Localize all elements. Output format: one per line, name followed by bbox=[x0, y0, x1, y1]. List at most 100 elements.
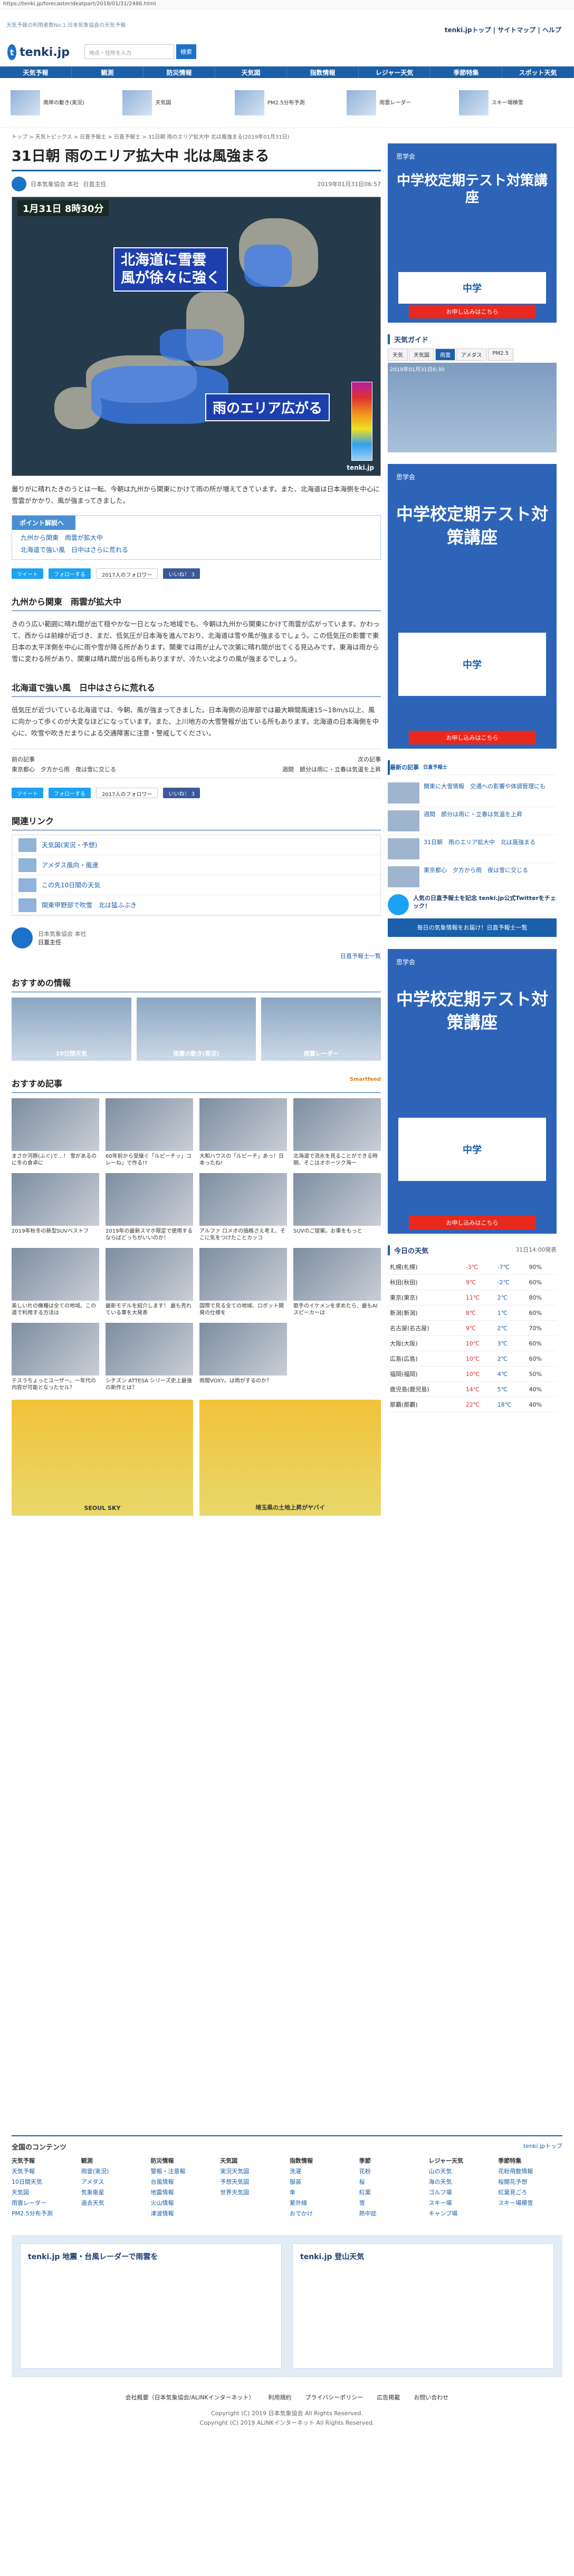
point-link[interactable]: 北海道で強い風 日中はさらに荒れる bbox=[12, 542, 380, 554]
follow-button[interactable]: フォローする bbox=[49, 568, 91, 579]
nav-item[interactable]: スポット天気 bbox=[502, 66, 574, 78]
app-banner-tenki[interactable]: tenki.jp 地震・台風レーダーで雨雲を bbox=[20, 2243, 282, 2369]
footer-link[interactable]: スキー場積雪 bbox=[498, 2198, 562, 2209]
article-card[interactable]: シチズン ATTESA シリーズ史上最強の新作とは？ bbox=[106, 1323, 193, 1391]
footer-link[interactable]: 火山情報 bbox=[151, 2198, 215, 2209]
news-item[interactable]: 東京都心 夕方から雨 夜は雪に交じる bbox=[388, 863, 557, 891]
article-card[interactable]: まさか河豚(ふぐ)で…！ 雪があるのに冬の食卓に bbox=[12, 1098, 99, 1167]
related-link[interactable]: 関東甲野部で吹雪 北は猛ふぶき bbox=[12, 895, 380, 915]
footer-link[interactable]: 警報・注意報 bbox=[151, 2166, 215, 2177]
forecaster-button[interactable]: 毎日の気象情報をお届け！日直予報士一覧 bbox=[388, 918, 557, 937]
weather-row[interactable]: 秋田(秋田) 9℃ -2℃ 60% bbox=[388, 1274, 557, 1290]
side-ad[interactable]: 思学会 中学校定期テスト対策講座 中学 お申し込みはこちら bbox=[388, 143, 557, 323]
footer-link[interactable]: 海の天気 bbox=[429, 2177, 493, 2187]
footer-top-link[interactable]: tenki.jpトップ bbox=[523, 2142, 562, 2152]
tab-chart[interactable]: 天気図 bbox=[409, 348, 434, 361]
article-card[interactable]: 国際で見る全ての地域、ロボット開発の仕様を bbox=[199, 1248, 287, 1316]
footer-link[interactable]: 桜開花予想 bbox=[498, 2177, 562, 2187]
author-name[interactable]: 日本気象協会 本社 bbox=[31, 180, 79, 188]
tweet-button[interactable]: ツイート bbox=[12, 788, 43, 798]
footer-link[interactable]: 予想天気図 bbox=[220, 2177, 284, 2187]
article-card[interactable]: アルファ ロメオの価格さえ考え、そこに気をつけたことカッコ bbox=[199, 1173, 287, 1242]
tweet-button[interactable]: ツイート bbox=[12, 568, 43, 579]
footer-link[interactable]: 花粉飛散情報 bbox=[498, 2166, 562, 2177]
weather-row[interactable]: 広島(広島) 10℃ 2℃ 60% bbox=[388, 1351, 557, 1367]
footer-link[interactable]: 紅葉 bbox=[359, 2187, 424, 2198]
footer-link[interactable]: 紅葉見ごろ bbox=[498, 2187, 562, 2198]
footer-link[interactable]: 花粉 bbox=[359, 2166, 424, 2177]
footer-link[interactable]: 実況天気図 bbox=[220, 2166, 284, 2177]
nav-item[interactable]: 天気図 bbox=[215, 66, 287, 78]
article-card[interactable]: 美しい片の機種は全ての地域。この道で利用する方法は bbox=[12, 1248, 99, 1316]
article-card[interactable]: 大和ハウスの「ルピーチ」あっ！日本ったね! bbox=[199, 1098, 287, 1167]
app-banner-mountain[interactable]: tenki.jp 登山天気 bbox=[292, 2243, 554, 2369]
tab-rain[interactable]: 雨雲 bbox=[435, 348, 455, 361]
footer-link[interactable]: 傘 bbox=[290, 2187, 354, 2198]
article-card[interactable]: SUVのご提案。お車をもっと bbox=[293, 1173, 381, 1242]
weather-row[interactable]: 鹿児島(鹿児島) 14℃ 5℃ 40% bbox=[388, 1381, 557, 1397]
like-button[interactable]: いいね！ 3 bbox=[163, 568, 200, 579]
footer-link[interactable]: 10日間天気 bbox=[12, 2177, 76, 2187]
side-ad[interactable]: 思学会 中学校定期テスト対策講座 中学 お申し込みはこちら bbox=[388, 949, 557, 1234]
footer-link[interactable]: 気象衛星 bbox=[81, 2187, 146, 2198]
nav-item[interactable]: 防災情報 bbox=[144, 66, 215, 78]
like-button[interactable]: いいね！ 3 bbox=[163, 788, 200, 798]
follow-button[interactable]: フォローする bbox=[49, 788, 91, 798]
news-item[interactable]: 週間 節分は雨に・立春は気温を上昇 bbox=[388, 807, 557, 835]
rain-mini-map[interactable]: 2019年01月31日6:30 bbox=[388, 363, 557, 452]
quick-link[interactable]: 天気図 bbox=[122, 85, 227, 120]
footer-link[interactable]: 天気図 bbox=[12, 2187, 76, 2198]
recommend-card[interactable]: 雨雲の動き(実況) bbox=[136, 998, 256, 1061]
nav-item[interactable]: 季節特集 bbox=[430, 66, 502, 78]
quick-link[interactable]: スキー場積雪 bbox=[458, 85, 563, 120]
footer-link[interactable]: 熱中症 bbox=[359, 2209, 424, 2219]
breadcrumb[interactable]: トップ > 天気トピックス > 日直予報士 > 日直予報士 > 31日朝 雨のエ… bbox=[0, 128, 574, 144]
related-link[interactable]: この先10日間の天気 bbox=[12, 875, 380, 895]
tab-amedas[interactable]: アメダス bbox=[456, 348, 487, 361]
recommend-card[interactable]: 雨雲レーダー bbox=[261, 998, 381, 1061]
weather-row[interactable]: 那覇(那覇) 22℃ 18℃ 40% bbox=[388, 1397, 557, 1412]
footer-link[interactable]: 天気予報 bbox=[12, 2166, 76, 2177]
footer-link[interactable]: 桜 bbox=[359, 2177, 424, 2187]
prev-article[interactable]: 前の記事 東京都心 夕方から雨 夜は雪に交じる bbox=[12, 753, 116, 773]
related-link[interactable]: アメダス風向・風速 bbox=[12, 855, 380, 875]
side-ad[interactable]: 思学会 中学校定期テスト対策講座 中学 お申し込みはこちら bbox=[388, 464, 557, 749]
quick-link[interactable]: PM2.5分布予測 bbox=[234, 85, 339, 120]
footer-link[interactable]: 台風情報 bbox=[151, 2177, 215, 2187]
nav-item[interactable]: 天気予報 bbox=[0, 66, 72, 78]
article-card[interactable]: 雨間VOXY。は雨がするのか？ bbox=[199, 1323, 287, 1391]
footer-link[interactable]: 山の天気 bbox=[429, 2166, 493, 2177]
weather-row[interactable]: 名古屋(名古屋) 9℃ 2℃ 70% bbox=[388, 1320, 557, 1336]
news-item[interactable]: 31日朝 雨のエリア拡大中 北は風強まる bbox=[388, 835, 557, 863]
footer-link[interactable]: ゴルフ場 bbox=[429, 2187, 493, 2198]
footer-link[interactable]: 雨雲(実況) bbox=[81, 2166, 146, 2177]
footer-link[interactable]: PM2.5分布予測 bbox=[12, 2209, 76, 2219]
point-link[interactable]: 九州から関東 雨雲が拡大中 bbox=[12, 530, 380, 542]
quick-link[interactable]: 南岸の動き(実況) bbox=[11, 85, 115, 120]
footer-link[interactable]: 雨雲レーダー bbox=[12, 2198, 76, 2209]
weather-row[interactable]: 札幌(札幌) -3℃ -7℃ 90% bbox=[388, 1260, 557, 1275]
tab-weather[interactable]: 天気 bbox=[388, 348, 408, 361]
weather-row[interactable]: 新潟(新潟) 8℃ 1℃ 60% bbox=[388, 1305, 557, 1321]
quick-link[interactable]: 雨雲レーダー bbox=[347, 85, 451, 120]
footer-link[interactable]: スキー場 bbox=[429, 2198, 493, 2209]
footer-link[interactable]: 雪 bbox=[359, 2198, 424, 2209]
nav-item[interactable]: 観測 bbox=[72, 66, 144, 78]
weather-row[interactable]: 大阪(大阪) 10℃ 3℃ 60% bbox=[388, 1335, 557, 1351]
footer-link[interactable]: 地震情報 bbox=[151, 2187, 215, 2198]
article-card[interactable]: 2019年の最新スマホ限定で使用するならばどっちがいいのか！ bbox=[106, 1173, 193, 1242]
footer-link[interactable]: キャンプ場 bbox=[429, 2209, 493, 2219]
article-card[interactable]: 歌手のイケメンを求めたら、最もAIスピーカーは bbox=[293, 1248, 381, 1316]
footer-link[interactable]: 服装 bbox=[290, 2177, 354, 2187]
search-button[interactable]: 検索 bbox=[176, 44, 196, 59]
next-article[interactable]: 次の記事 週間 節分は雨に・立春は気温を上昇 bbox=[282, 753, 381, 773]
article-card[interactable]: 北海道で流氷を見ることができる時期、そこはオホーツク海一 bbox=[293, 1098, 381, 1167]
nav-item[interactable]: レジャー天気 bbox=[359, 66, 430, 78]
nav-item[interactable]: 指数情報 bbox=[287, 66, 359, 78]
twitter-promo[interactable]: 人気の日直予報士を記念 tenki.jp公式Twitterをチェック！ bbox=[388, 891, 557, 918]
header-links[interactable]: tenki.jpトップ | サイトマップ | ヘルプ bbox=[445, 25, 561, 34]
weather-row[interactable]: 福岡(福岡) 10℃ 4℃ 50% bbox=[388, 1366, 557, 1382]
footer-link[interactable]: アメダス bbox=[81, 2177, 146, 2187]
recommend-card[interactable]: 10日間天気 bbox=[12, 998, 131, 1061]
article-card[interactable]: 2019年秋冬の新型SUVベストフ bbox=[12, 1173, 99, 1242]
